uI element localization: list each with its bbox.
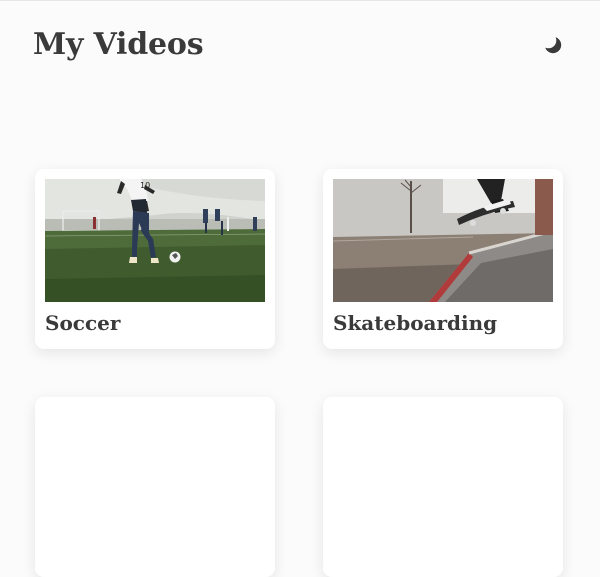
theme-toggle-button[interactable] xyxy=(540,30,566,56)
moon-icon xyxy=(544,36,562,54)
video-card[interactable] xyxy=(35,397,275,577)
soccer-thumbnail[interactable]: 10 xyxy=(45,179,265,302)
video-title: Soccer xyxy=(45,311,121,335)
page-title: My Videos xyxy=(33,27,204,62)
video-card-soccer[interactable]: 10 Soccer xyxy=(35,169,275,349)
video-title: Skateboarding xyxy=(333,311,498,335)
video-card[interactable] xyxy=(323,397,563,577)
top-border xyxy=(0,0,600,1)
skateboarding-thumbnail[interactable] xyxy=(333,179,553,302)
video-card-skateboarding[interactable]: Skateboarding xyxy=(323,169,563,349)
